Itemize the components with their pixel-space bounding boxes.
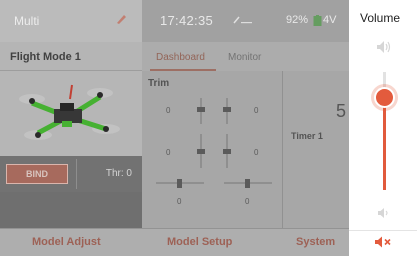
volume-title: Volume bbox=[360, 11, 401, 25]
volume-up-icon bbox=[377, 41, 391, 53]
dim-overlay[interactable] bbox=[0, 0, 349, 256]
app-screen: Multi 17:42:35 92% 4V Flight Mode 1 Dash… bbox=[0, 0, 349, 256]
divider bbox=[349, 230, 417, 231]
volume-track-fill bbox=[383, 97, 386, 190]
mute-icon[interactable] bbox=[374, 235, 392, 249]
volume-panel: Volume bbox=[349, 0, 417, 256]
volume-slider-thumb[interactable] bbox=[374, 86, 395, 108]
volume-down-icon bbox=[378, 208, 388, 218]
